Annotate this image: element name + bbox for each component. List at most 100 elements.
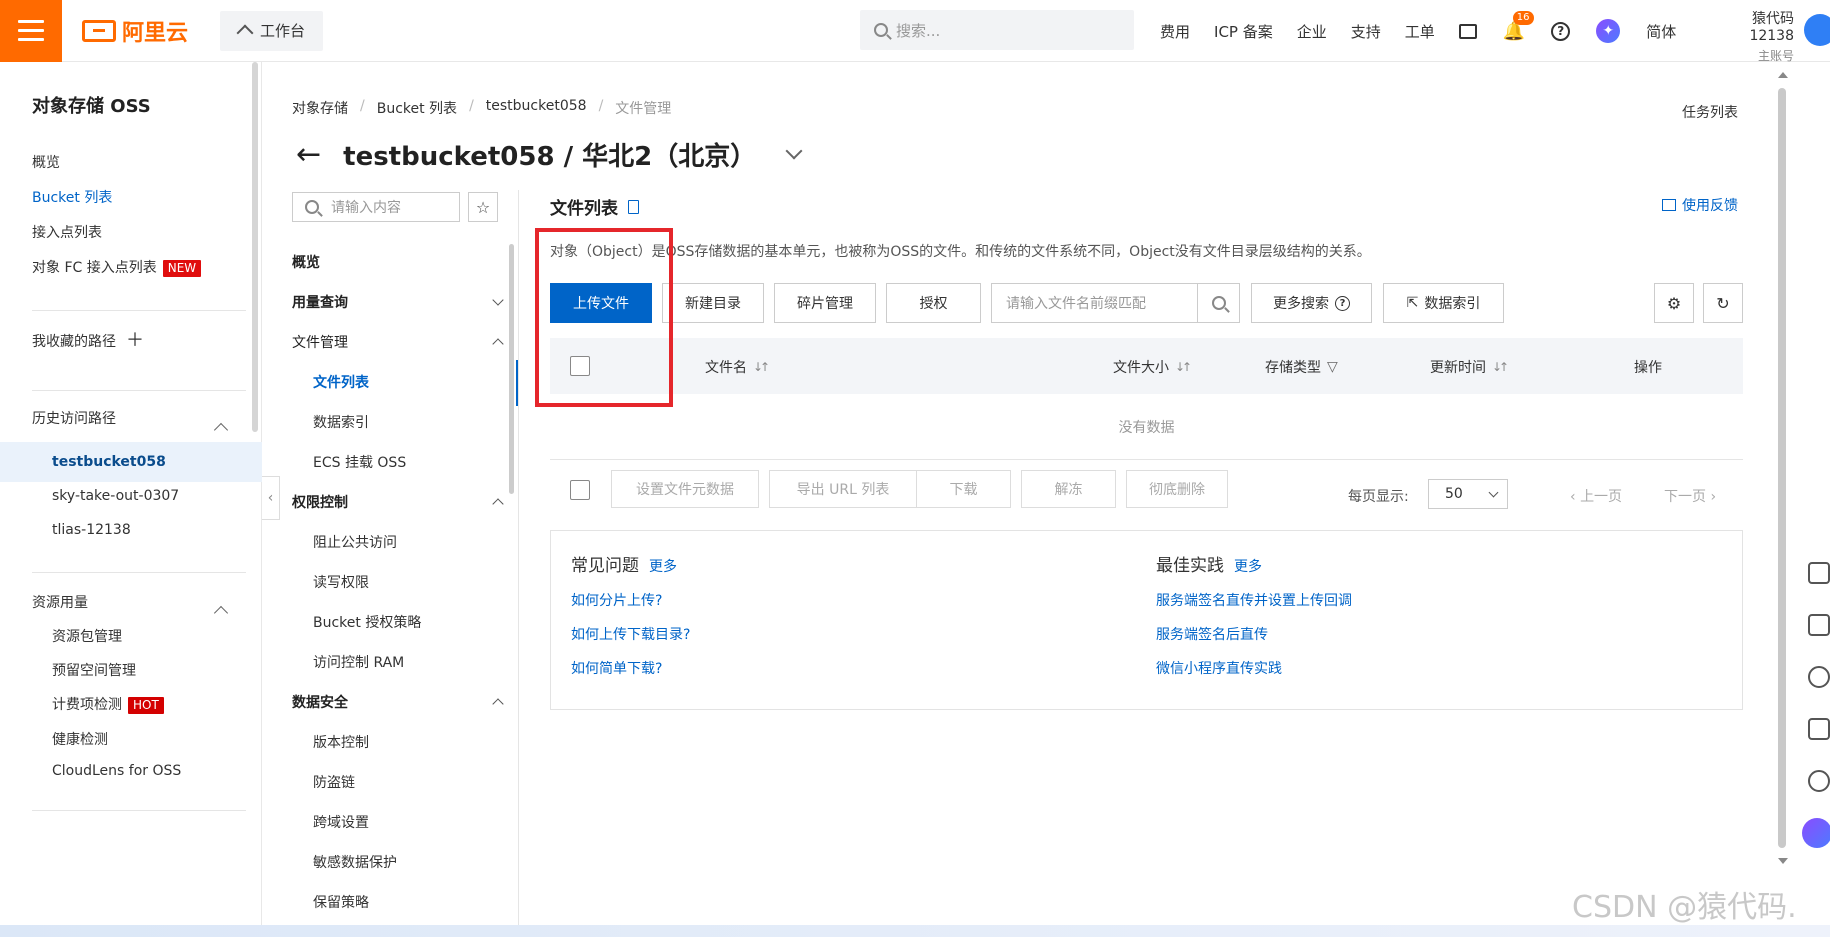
- document-icon[interactable]: [1808, 614, 1830, 636]
- breadcrumb-bucket[interactable]: testbucket058: [486, 98, 587, 118]
- headset-icon[interactable]: [1808, 770, 1830, 792]
- next-page-button[interactable]: 下一页 ›: [1664, 486, 1716, 506]
- hamburger-menu-button[interactable]: [0, 0, 62, 62]
- chevron-up-icon[interactable]: [492, 338, 504, 350]
- bulk-select-checkbox[interactable]: [570, 480, 590, 500]
- menu-item-ecs-mount[interactable]: ECS 挂载 OSS: [313, 452, 406, 472]
- column-file-size[interactable]: 文件大小 ↓↑: [1113, 357, 1192, 377]
- nav-support[interactable]: 支持: [1351, 21, 1381, 42]
- page-scrollbar[interactable]: [1777, 68, 1788, 868]
- sidebar-item-billing-check[interactable]: 计费项检测 HOT: [52, 694, 164, 714]
- chevron-down-icon[interactable]: [785, 142, 803, 159]
- fragment-management-button[interactable]: 碎片管理: [774, 283, 876, 323]
- aliyun-logo[interactable]: 阿里云: [82, 15, 200, 47]
- refresh-icon[interactable]: ↻: [1703, 283, 1743, 323]
- more-search-button[interactable]: 更多搜索?: [1251, 283, 1372, 323]
- ai-assistant-icon[interactable]: [1802, 818, 1830, 848]
- clipboard-icon[interactable]: [628, 199, 639, 214]
- file-prefix-search[interactable]: 请输入文件名前缀匹配: [991, 283, 1240, 323]
- menu-item-hotlink[interactable]: 防盗链: [313, 772, 355, 792]
- best-practice-more-link[interactable]: 更多: [1234, 556, 1262, 576]
- search-button[interactable]: [1197, 284, 1239, 322]
- chevron-up-icon[interactable]: [492, 498, 504, 510]
- edit-icon[interactable]: [1808, 718, 1830, 740]
- column-update-time[interactable]: 更新时间 ↓↑: [1430, 357, 1509, 377]
- history-item-sky-take-out[interactable]: sky-take-out-0307: [52, 488, 179, 504]
- best-practice-link[interactable]: 服务端签名后直传: [1156, 624, 1352, 644]
- cart-icon[interactable]: [1808, 562, 1830, 584]
- column-storage-type[interactable]: 存储类型 ▽: [1265, 357, 1338, 377]
- sidebar-item-health-check[interactable]: 健康检测: [52, 729, 108, 749]
- menu-scrollbar[interactable]: [509, 244, 514, 494]
- language-switch[interactable]: 简体: [1646, 21, 1676, 42]
- new-directory-button[interactable]: 新建目录: [662, 283, 764, 323]
- sidebar-item-overview[interactable]: 概览: [32, 152, 60, 172]
- menu-item-versioning[interactable]: 版本控制: [313, 732, 369, 752]
- export-url-button[interactable]: 导出 URL 列表: [769, 470, 917, 508]
- ai-assistant-icon[interactable]: ✦: [1596, 19, 1621, 43]
- sidebar-item-cloudlens[interactable]: CloudLens for OSS: [52, 763, 181, 779]
- collapse-sidebar-button[interactable]: ‹: [262, 476, 280, 520]
- best-practice-link[interactable]: 服务端签名直传并设置上传回调: [1156, 590, 1352, 610]
- sidebar-item-bucket-list[interactable]: Bucket 列表: [32, 187, 112, 207]
- set-metadata-button[interactable]: 设置文件元数据: [611, 470, 759, 508]
- sidebar-scrollbar[interactable]: [252, 62, 258, 432]
- nav-ticket[interactable]: 工单: [1405, 21, 1435, 42]
- download-button[interactable]: 下载: [916, 470, 1011, 508]
- chevron-up-icon[interactable]: [492, 698, 504, 710]
- nav-icp[interactable]: ICP 备案: [1214, 21, 1273, 42]
- nav-billing[interactable]: 费用: [1160, 21, 1190, 42]
- best-practice-link[interactable]: 微信小程序直传实践: [1156, 658, 1352, 678]
- faq-more-link[interactable]: 更多: [649, 556, 677, 576]
- page-size-select[interactable]: 50: [1428, 479, 1508, 509]
- user-account[interactable]: 猿代码12138 主账号: [1708, 8, 1794, 64]
- menu-permission-control[interactable]: 权限控制: [292, 492, 348, 512]
- menu-usage[interactable]: 用量查询: [292, 292, 348, 312]
- sidebar-item-fc-access-points[interactable]: 对象 FC 接入点列表 NEW: [32, 257, 202, 277]
- settings-icon[interactable]: [1808, 666, 1830, 688]
- faq-link[interactable]: 如何分片上传?: [571, 590, 690, 610]
- menu-file-management[interactable]: 文件管理: [292, 332, 348, 352]
- menu-item-cors[interactable]: 跨域设置: [313, 812, 369, 832]
- task-list-link[interactable]: 任务列表: [1682, 102, 1738, 122]
- menu-item-ram[interactable]: 访问控制 RAM: [313, 652, 404, 672]
- sort-icon[interactable]: ↓↑: [753, 360, 770, 374]
- breadcrumb-oss[interactable]: 对象存储: [292, 98, 348, 118]
- sidebar-item-access-points[interactable]: 接入点列表: [32, 222, 102, 242]
- terminal-icon[interactable]: [1458, 23, 1477, 39]
- workbench-button[interactable]: 工作台: [220, 10, 324, 51]
- help-icon[interactable]: ?: [1551, 21, 1571, 41]
- add-icon[interactable]: ＋: [126, 330, 144, 351]
- feedback-link[interactable]: 使用反馈: [1662, 195, 1738, 215]
- bell-icon[interactable]: 🔔 16: [1503, 10, 1534, 42]
- authorize-button[interactable]: 授权: [886, 283, 981, 323]
- menu-overview[interactable]: 概览: [292, 252, 320, 272]
- breadcrumb-bucket-list[interactable]: Bucket 列表: [377, 98, 457, 118]
- chevron-up-icon[interactable]: [213, 605, 229, 621]
- menu-item-block-public[interactable]: 阻止公共访问: [313, 532, 397, 552]
- history-item-tlias[interactable]: tlias-12138: [52, 522, 131, 538]
- global-search-input[interactable]: 搜索...: [860, 10, 1134, 50]
- menu-item-bucket-policy[interactable]: Bucket 授权策略: [313, 612, 421, 632]
- sidebar-item-resource-packages[interactable]: 资源包管理: [52, 626, 122, 646]
- star-icon[interactable]: ☆: [468, 192, 498, 222]
- faq-link[interactable]: 如何上传下载目录?: [571, 624, 690, 644]
- data-index-button[interactable]: ⇱ 数据索引: [1383, 283, 1504, 323]
- menu-search-input[interactable]: 请输入内容: [292, 192, 460, 222]
- history-item-testbucket058[interactable]: testbucket058: [0, 442, 262, 482]
- back-arrow-icon[interactable]: ←: [296, 137, 321, 172]
- prev-page-button[interactable]: ‹ 上一页: [1570, 486, 1622, 506]
- column-file-name[interactable]: 文件名 ↓↑: [705, 357, 770, 377]
- sidebar-history-title[interactable]: 历史访问路径: [32, 408, 116, 428]
- sort-icon[interactable]: ↓↑: [1175, 360, 1192, 374]
- menu-item-sensitive-data[interactable]: 敏感数据保护: [313, 852, 397, 872]
- sidebar-item-favorites[interactable]: 我收藏的路径＋: [32, 326, 144, 352]
- menu-item-file-list[interactable]: 文件列表: [313, 372, 369, 392]
- sort-icon[interactable]: ↓↑: [1492, 360, 1509, 374]
- filter-icon[interactable]: ▽: [1327, 359, 1338, 375]
- restore-button[interactable]: 解冻: [1021, 470, 1116, 508]
- file-search-input[interactable]: 请输入文件名前缀匹配: [992, 293, 1197, 313]
- settings-gear-icon[interactable]: ⚙: [1654, 283, 1694, 323]
- sidebar-resource-title[interactable]: 资源用量: [32, 592, 88, 612]
- sidebar-item-reserved-space[interactable]: 预留空间管理: [52, 660, 136, 680]
